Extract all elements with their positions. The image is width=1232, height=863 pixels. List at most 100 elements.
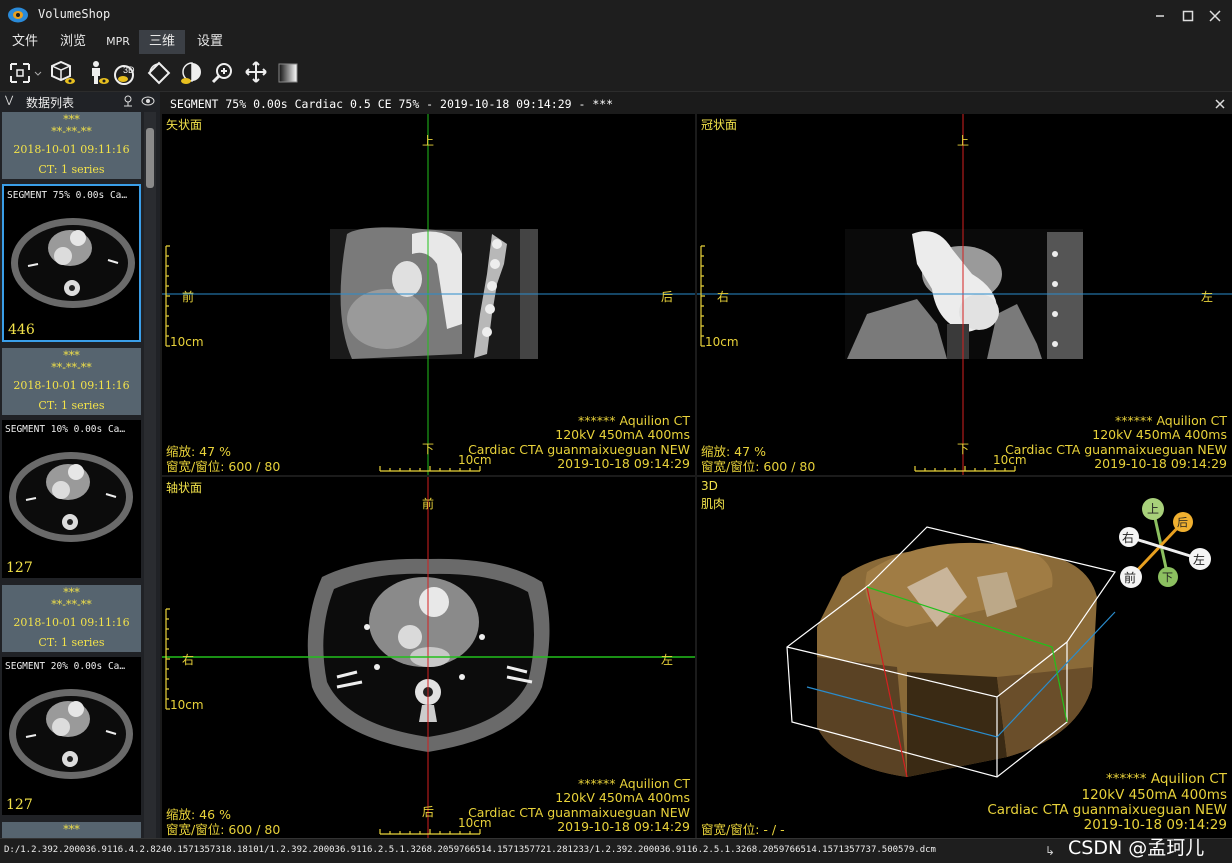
share-icon[interactable]: ↳ — [1045, 844, 1055, 858]
pin-icon[interactable] — [122, 95, 134, 107]
viewport-title: 轴状面 — [166, 481, 203, 495]
orient-bottom: 下 — [422, 442, 435, 456]
menu-mpr[interactable]: MPR — [99, 30, 137, 54]
menu-browse[interactable]: 浏览 — [52, 30, 94, 54]
series-description: SEGMENT 75% 0.00s Cardiac 0.5 CE 75% - 2… — [170, 97, 614, 111]
scan-params: 120kV 450mA 400ms — [555, 427, 690, 442]
patient-id: **-**-** — [51, 361, 92, 374]
orient-top: 前 — [422, 497, 435, 511]
layout-grid-icon[interactable] — [8, 60, 44, 86]
viewport-title: 矢状面 — [166, 118, 203, 132]
watermark: CSDN @孟珂儿 — [1068, 837, 1205, 859]
orient-left: 右 — [717, 290, 730, 304]
vertical-scale-label: 10cm — [170, 698, 204, 712]
app-title: VolumeShop — [38, 7, 111, 21]
series-thumbnail[interactable]: SEGMENT 10% 0.00s Ca… 127 — [2, 420, 141, 578]
scan-params: 120kV 450mA 400ms — [1092, 427, 1227, 442]
vertical-scale-label: 10cm — [170, 335, 204, 349]
volume-cube-icon[interactable] — [50, 60, 76, 86]
protocol-name: Cardiac CTA guanmaixueguan NEW — [468, 805, 690, 820]
vertical-scale-label: 10cm — [705, 335, 739, 349]
image-count: 446 — [8, 322, 35, 338]
orient-right-label: 右 — [1122, 531, 1135, 545]
scanner-info: ****** Aquilion CT — [578, 413, 690, 428]
body-view-icon[interactable] — [84, 60, 110, 86]
series-thumbnail[interactable]: SEGMENT 20% 0.00s Ca… 127 — [2, 657, 141, 815]
study-card[interactable]: *** **-**-** 2018-10-01 09:11:16 CT: 1 s… — [2, 112, 141, 179]
window-level: 窗宽/窗位: 600 / 80 — [166, 459, 281, 474]
study-date: 2018-10-01 09:11:16 — [13, 379, 130, 392]
orient-back-label: 后 — [1177, 516, 1188, 529]
zoom-icon[interactable] — [210, 60, 236, 86]
window-level: 窗宽/窗位: 600 / 80 — [166, 822, 281, 837]
orient-bottom: 后 — [422, 805, 435, 819]
orient-top: 上 — [422, 134, 435, 148]
orient-down-label: 下 — [1162, 571, 1173, 584]
patient-name: *** — [63, 823, 80, 836]
study-card[interactable]: *** — [2, 822, 141, 838]
orient-right: 左 — [661, 653, 674, 667]
minimize-icon[interactable] — [1152, 8, 1168, 24]
app-logo-icon — [7, 6, 29, 24]
viewport-title: 冠状面 — [701, 118, 738, 132]
orient-up-label: 上 — [1147, 502, 1160, 516]
sidebar-scrollbar[interactable] — [144, 112, 156, 838]
svg-text:3D: 3D — [123, 65, 135, 75]
scanner-info: ****** Aquilion CT — [1106, 771, 1227, 787]
orient-left: 前 — [182, 290, 195, 304]
close-window-icon[interactable] — [1207, 8, 1223, 24]
sagittal-viewport[interactable]: 矢状面 上 下 前 后 10cm 10cm 缩放: 47 % 窗宽/窗位: 60… — [162, 114, 695, 475]
orient-bottom: 下 — [957, 442, 970, 456]
menu-3d[interactable]: 三维 — [139, 30, 185, 54]
menu-settings[interactable]: 设置 — [189, 30, 231, 54]
acquisition-time: 2019-10-18 09:14:29 — [1094, 456, 1227, 471]
acquisition-time: 2019-10-18 09:14:29 — [557, 456, 690, 471]
maximize-icon[interactable] — [1180, 8, 1196, 24]
axial-slice-image — [9, 452, 133, 542]
data-list-title: 数据列表 — [26, 96, 75, 110]
menu-file[interactable]: 文件 — [4, 30, 46, 54]
acquisition-time: 2019-10-18 09:14:29 — [1083, 817, 1227, 833]
window-level: 窗宽/窗位: - / - — [701, 822, 785, 837]
study-card[interactable]: *** **-**-** 2018-10-01 09:11:16 CT: 1 s… — [2, 348, 141, 415]
series-caption: SEGMENT 10% 0.00s Ca… — [5, 424, 126, 435]
orient-right: 左 — [1201, 290, 1214, 304]
window-level-icon[interactable] — [178, 60, 204, 86]
viewer-header: SEGMENT 75% 0.00s Cardiac 0.5 CE 75% - 2… — [162, 95, 1232, 113]
scanner-info: ****** Aquilion CT — [1115, 413, 1227, 428]
protocol-name: Cardiac CTA guanmaixueguan NEW — [468, 442, 690, 457]
collapse-icon[interactable]: ⋁ — [5, 95, 13, 106]
window-level: 窗宽/窗位: 600 / 80 — [701, 459, 816, 474]
3d-view-icon[interactable]: 3D — [114, 60, 140, 86]
volume-render-viewport[interactable]: 上 后 右 左 前 下 3D 肌肉 窗宽/窗位: - / - ****** Aq… — [697, 477, 1232, 838]
orient-left-label: 左 — [1193, 553, 1206, 567]
coronal-viewport[interactable]: 冠状面 上 下 右 左 10cm 10cm 缩放: 47 % 窗宽/窗位: 60… — [697, 114, 1232, 475]
study-date: 2018-10-01 09:11:16 — [13, 616, 130, 629]
pan-icon[interactable] — [243, 60, 269, 86]
series-thumbnail[interactable]: SEGMENT 75% 0.00s Ca… 446 — [2, 184, 141, 342]
acquisition-time: 2019-10-18 09:14:29 — [557, 819, 690, 834]
rotate-icon[interactable] — [146, 60, 172, 86]
viewport-title: 3D — [701, 479, 718, 493]
orient-right: 后 — [661, 290, 674, 304]
patient-id: **-**-** — [51, 125, 92, 138]
data-list-panel: ⋁ 数据列表 *** **-**-** 2018-10-01 09:11:16 … — [0, 92, 160, 838]
protocol-name: Cardiac CTA guanmaixueguan NEW — [987, 802, 1227, 818]
close-viewer-icon[interactable] — [1213, 97, 1227, 111]
study-date: 2018-10-01 09:11:16 — [13, 143, 130, 156]
series-caption: SEGMENT 20% 0.00s Ca… — [5, 661, 126, 672]
protocol-name: Cardiac CTA guanmaixueguan NEW — [1005, 442, 1227, 457]
patient-id: **-**-** — [51, 598, 92, 611]
file-path: D:/1.2.392.200036.9116.4.2.8240.15713573… — [4, 845, 936, 855]
image-count: 127 — [6, 797, 33, 813]
gradient-icon[interactable] — [276, 60, 302, 86]
scan-params: 120kV 450mA 400ms — [555, 790, 690, 805]
axial-viewport[interactable]: 轴状面 前 后 右 左 10cm 10cm 缩放: 46 % 窗宽/窗位: 60… — [162, 477, 695, 838]
study-card[interactable]: *** **-**-** 2018-10-01 09:11:16 CT: 1 s… — [2, 585, 141, 652]
title-bar: VolumeShop — [0, 0, 1232, 30]
axial-slice-image — [9, 689, 133, 779]
scrollbar-thumb[interactable] — [146, 128, 154, 188]
render-preset: 肌肉 — [701, 497, 726, 511]
eye-icon[interactable] — [141, 95, 155, 107]
image-count: 127 — [6, 560, 33, 576]
